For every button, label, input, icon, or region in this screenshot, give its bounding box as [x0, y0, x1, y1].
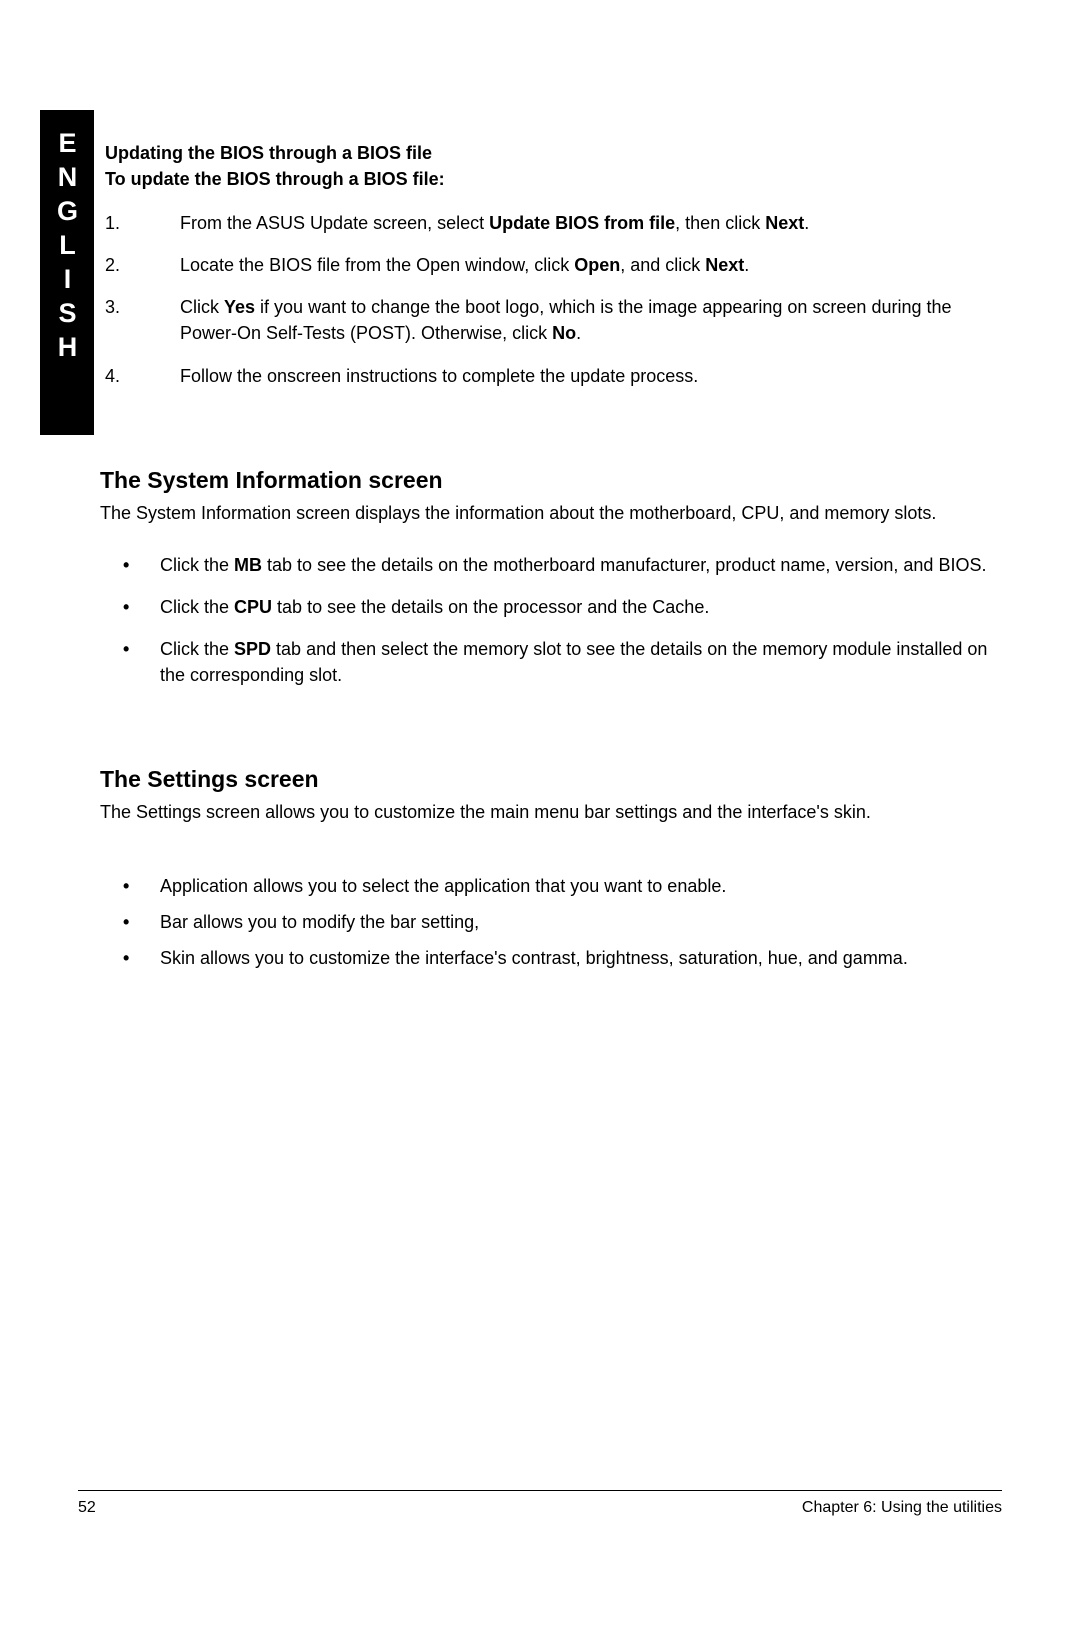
step-number: 2.	[105, 252, 120, 278]
page-footer: 52 Chapter 6: Using the utilities	[78, 1490, 1002, 1517]
list-item: 2. Locate the BIOS file from the Open wi…	[180, 252, 1000, 278]
settings-section: The Settings screen The Settings screen …	[105, 766, 1000, 971]
list-item: • Bar allows you to modify the bar setti…	[160, 909, 1000, 935]
bios-title-2: To update the BIOS through a BIOS file:	[105, 166, 1000, 192]
bios-steps-list: 1. From the ASUS Update screen, select U…	[105, 210, 1000, 388]
step-text: Follow the onscreen instructions to comp…	[180, 366, 698, 386]
step-text: From the ASUS Update screen, select Upda…	[180, 213, 809, 233]
settings-list: • Application allows you to select the a…	[105, 873, 1000, 971]
step-number: 1.	[105, 210, 120, 236]
list-item: • Click the CPU tab to see the details o…	[160, 594, 1000, 620]
list-item: 3. Click Yes if you want to change the b…	[180, 294, 1000, 346]
list-item: • Skin allows you to customize the inter…	[160, 945, 1000, 971]
sysinfo-list: • Click the MB tab to see the details on…	[105, 552, 1000, 688]
bullet-icon: •	[123, 873, 129, 899]
item-text: Bar allows you to modify the bar setting…	[160, 912, 479, 932]
sysinfo-heading: The System Information screen	[100, 467, 1000, 494]
step-number: 3.	[105, 294, 120, 320]
item-text: Click the SPD tab and then select the me…	[160, 639, 987, 685]
bullet-icon: •	[123, 945, 129, 971]
settings-heading: The Settings screen	[100, 766, 1000, 793]
item-text: Application allows you to select the app…	[160, 876, 726, 896]
bullet-icon: •	[123, 909, 129, 935]
page-number: 52	[78, 1499, 96, 1517]
list-item: • Application allows you to select the a…	[160, 873, 1000, 899]
bullet-icon: •	[123, 594, 129, 620]
step-text: Locate the BIOS file from the Open windo…	[180, 255, 749, 275]
bios-title-1: Updating the BIOS through a BIOS file	[105, 140, 1000, 166]
step-number: 4.	[105, 363, 120, 389]
chapter-label: Chapter 6: Using the utilities	[802, 1499, 1002, 1517]
language-tab: ENGLISH	[40, 110, 94, 435]
list-item: 4. Follow the onscreen instructions to c…	[180, 363, 1000, 389]
bios-section: Updating the BIOS through a BIOS file To…	[105, 140, 1000, 389]
list-item: • Click the SPD tab and then select the …	[160, 636, 1000, 688]
bullet-icon: •	[123, 636, 129, 662]
item-text: Skin allows you to customize the interfa…	[160, 948, 908, 968]
list-item: • Click the MB tab to see the details on…	[160, 552, 1000, 578]
list-item: 1. From the ASUS Update screen, select U…	[180, 210, 1000, 236]
settings-intro: The Settings screen allows you to custom…	[100, 799, 1000, 825]
page-content: Updating the BIOS through a BIOS file To…	[105, 140, 1000, 988]
sysinfo-intro: The System Information screen displays t…	[100, 500, 1000, 526]
sysinfo-section: The System Information screen The System…	[105, 467, 1000, 688]
step-text: Click Yes if you want to change the boot…	[180, 297, 952, 343]
bullet-icon: •	[123, 552, 129, 578]
item-text: Click the MB tab to see the details on t…	[160, 555, 986, 575]
language-tab-text: ENGLISH	[52, 110, 83, 366]
item-text: Click the CPU tab to see the details on …	[160, 597, 709, 617]
